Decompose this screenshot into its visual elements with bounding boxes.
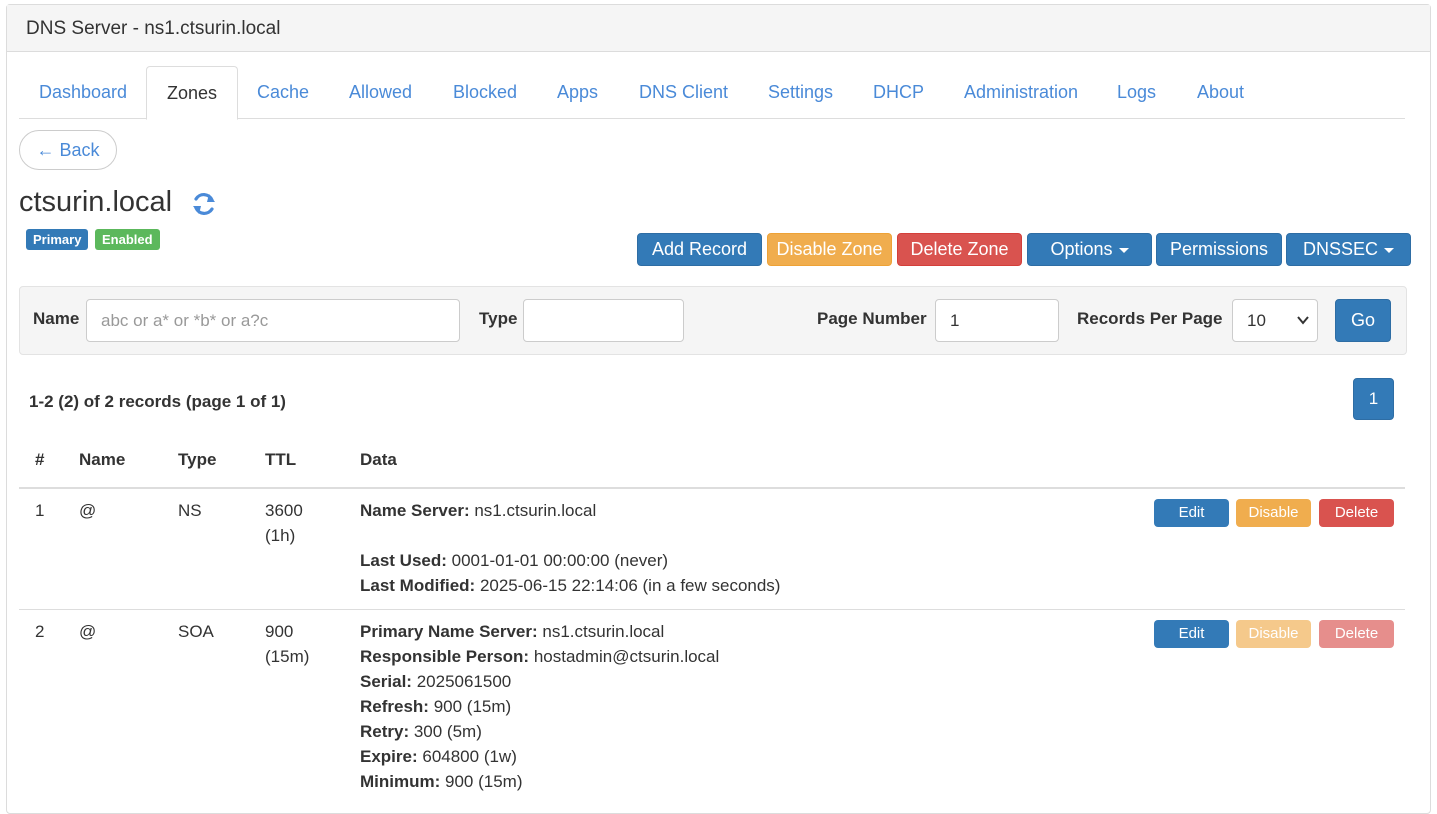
record-data-line: Last Modified: 2025-06-15 22:14:06 (in a… — [360, 576, 781, 595]
column-header-name: Name — [79, 450, 126, 469]
nav-tabs: Dashboard Zones Cache Allowed Blocked Ap… — [19, 66, 1405, 120]
name-filter-input[interactable]: abc or a* or *b* or a?c — [86, 299, 460, 342]
permissions-button[interactable]: Permissions — [1156, 233, 1282, 266]
table-header-divider — [19, 487, 1405, 489]
records-per-page-value: 10 — [1247, 311, 1266, 330]
row-name: @ — [79, 622, 97, 641]
pagination-page-1[interactable]: 1 — [1353, 378, 1394, 420]
tab-blocked[interactable]: Blocked — [433, 66, 537, 119]
zone-status-badge: Enabled — [95, 229, 160, 250]
dnssec-label: DNSSEC — [1302, 239, 1378, 259]
dnssec-dropdown-button[interactable]: DNSSEC — [1286, 233, 1411, 266]
tab-dashboard[interactable]: Dashboard — [19, 66, 147, 119]
record-data-line: Expire: 604800 (1w) — [360, 747, 517, 766]
tab-dhcp[interactable]: DHCP — [853, 66, 944, 119]
tab-administration[interactable]: Administration — [944, 66, 1098, 119]
record-filter-bar: Name abc or a* or *b* or a?c Type Page N… — [19, 286, 1407, 355]
disable-record-button[interactable]: Disable — [1236, 620, 1311, 648]
record-data-line: Serial: 2025061500 — [360, 672, 512, 691]
caret-down-icon — [1118, 247, 1129, 253]
name-filter-label: Name — [33, 309, 80, 328]
records-per-page-label: Records Per Page — [1077, 309, 1223, 328]
delete-record-button[interactable]: Delete — [1319, 620, 1394, 648]
refresh-icon[interactable] — [190, 190, 218, 218]
column-header-data: Data — [360, 450, 397, 469]
go-button[interactable]: Go — [1335, 299, 1391, 342]
options-label: Options — [1050, 239, 1113, 259]
tab-logs[interactable]: Logs — [1097, 66, 1176, 119]
row-ttl-human: (1h) — [265, 526, 296, 545]
edit-record-button[interactable]: Edit — [1154, 620, 1229, 648]
record-data-line: Responsible Person: hostadmin@ctsurin.lo… — [360, 647, 720, 666]
tab-allowed[interactable]: Allowed — [329, 66, 432, 119]
type-filter-label: Type — [479, 309, 518, 328]
column-header-type: Type — [178, 450, 217, 469]
row-divider — [19, 609, 1405, 610]
type-filter-input[interactable] — [523, 299, 684, 342]
back-button[interactable]: ← Back — [19, 130, 117, 170]
zone-type-badge: Primary — [26, 229, 89, 250]
row-num: 1 — [35, 501, 45, 520]
records-summary: 1-2 (2) of 2 records (page 1 of 1) — [29, 392, 286, 411]
row-name: @ — [79, 501, 97, 520]
row-type: NS — [178, 501, 202, 520]
tab-zones[interactable]: Zones — [146, 66, 239, 120]
disable-record-button[interactable]: Disable — [1236, 499, 1311, 527]
row-ttl-human: (15m) — [265, 647, 310, 666]
row-type: SOA — [178, 622, 214, 641]
column-header-ttl: TTL — [265, 450, 297, 469]
page-number-label: Page Number — [817, 309, 927, 328]
tab-settings[interactable]: Settings — [748, 66, 853, 119]
row-ttl: 900 — [265, 622, 294, 641]
record-data-line: Primary Name Server: ns1.ctsurin.local — [360, 622, 665, 641]
page-number-input[interactable]: 1 — [935, 299, 1059, 342]
tab-about[interactable]: About — [1177, 66, 1264, 119]
record-data-line: Last Used: 0001-01-01 00:00:00 (never) — [360, 551, 669, 570]
delete-record-button[interactable]: Delete — [1319, 499, 1394, 527]
caret-down-icon — [1384, 247, 1394, 253]
delete-zone-button[interactable]: Delete Zone — [897, 233, 1022, 266]
edit-record-button[interactable]: Edit — [1154, 499, 1229, 527]
add-record-button[interactable]: Add Record — [637, 233, 762, 266]
records-per-page-select[interactable]: 10 — [1232, 299, 1318, 342]
row-num: 2 — [35, 622, 45, 641]
column-header-num: # — [35, 450, 45, 469]
record-data-line: Minimum: 900 (15m) — [360, 772, 523, 791]
options-dropdown-button[interactable]: Options — [1027, 233, 1152, 266]
record-data-line: Retry: 300 (5m) — [360, 722, 482, 741]
tab-cache[interactable]: Cache — [237, 66, 329, 119]
record-data-line: Name Server: ns1.ctsurin.local — [360, 501, 597, 520]
tab-dns-client[interactable]: DNS Client — [619, 66, 748, 119]
window-title: DNS Server - ns1.ctsurin.local — [7, 5, 1430, 52]
chevron-down-icon — [1297, 316, 1309, 325]
row-ttl: 3600 — [265, 501, 303, 520]
zone-title: ctsurin.local — [19, 186, 173, 218]
record-data-line: Refresh: 900 (15m) — [360, 697, 512, 716]
disable-zone-button[interactable]: Disable Zone — [767, 233, 892, 266]
tab-apps[interactable]: Apps — [537, 66, 618, 119]
